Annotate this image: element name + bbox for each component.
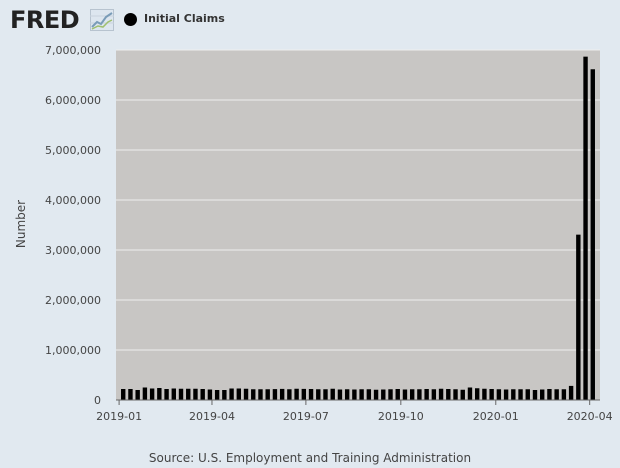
bar bbox=[417, 389, 422, 400]
bar bbox=[359, 389, 364, 400]
bar bbox=[308, 389, 314, 400]
bar bbox=[409, 389, 415, 400]
bar bbox=[207, 389, 213, 400]
y-tick-label: 4,000,000 bbox=[45, 194, 101, 207]
bar bbox=[200, 389, 205, 400]
bar bbox=[431, 389, 437, 400]
x-tick-label: 2019-07 bbox=[283, 410, 329, 423]
bar bbox=[373, 389, 379, 400]
bar bbox=[186, 388, 191, 400]
bar bbox=[590, 69, 595, 400]
bar bbox=[337, 389, 343, 400]
bar bbox=[547, 389, 552, 400]
bar bbox=[460, 389, 465, 400]
bar bbox=[511, 389, 516, 400]
y-axis: 0 1,000,000 2,000,000 3,000,000 4,000,000 5,0… bbox=[45, 44, 101, 407]
bar bbox=[453, 389, 458, 400]
bar bbox=[121, 389, 126, 400]
bar bbox=[352, 389, 357, 400]
x-tick-label: 2019-04 bbox=[189, 410, 235, 423]
y-tick-label: 2,000,000 bbox=[45, 294, 101, 307]
bar bbox=[540, 389, 545, 400]
bar bbox=[229, 388, 234, 400]
y-tick-label: 3,000,000 bbox=[45, 244, 101, 257]
bar bbox=[402, 389, 408, 400]
bar bbox=[438, 388, 444, 400]
bar bbox=[316, 389, 321, 400]
bar bbox=[222, 390, 227, 400]
bar bbox=[482, 388, 487, 400]
bar bbox=[583, 56, 588, 401]
x-axis: 2019-01 2019-04 2019-07 2019-10 2020-01 2020-… bbox=[96, 399, 613, 423]
bar bbox=[128, 389, 133, 400]
x-tick-label: 2020-01 bbox=[473, 410, 519, 423]
bar bbox=[214, 390, 220, 400]
bar bbox=[294, 388, 299, 400]
bar bbox=[503, 389, 509, 400]
bar bbox=[474, 388, 480, 400]
bar bbox=[157, 388, 162, 400]
source-note: Source: U.S. Employment and Training Adm… bbox=[148, 451, 472, 465]
bar bbox=[142, 387, 148, 400]
bar bbox=[135, 390, 140, 400]
bar bbox=[395, 389, 400, 400]
bar bbox=[467, 387, 473, 400]
y-tick-label: 7,000,000 bbox=[45, 44, 101, 57]
x-tick-label: 2020-04 bbox=[567, 410, 613, 423]
bar bbox=[568, 385, 574, 400]
bar bbox=[554, 389, 559, 400]
bar bbox=[236, 388, 242, 400]
plot-area bbox=[116, 50, 600, 400]
x-tick-label: 2019-01 bbox=[96, 410, 142, 423]
bar bbox=[424, 389, 429, 400]
bar bbox=[496, 389, 502, 400]
bar bbox=[518, 389, 523, 400]
bar bbox=[171, 388, 176, 400]
bar bbox=[366, 389, 372, 400]
bar bbox=[381, 389, 386, 400]
y-tick-label: 0 bbox=[94, 394, 101, 407]
bar bbox=[251, 389, 256, 400]
bar bbox=[164, 389, 169, 400]
bar bbox=[532, 390, 538, 400]
y-tick-label: 5,000,000 bbox=[45, 144, 101, 157]
bar bbox=[525, 389, 530, 400]
bar bbox=[330, 388, 335, 400]
bar bbox=[344, 389, 350, 400]
bar bbox=[178, 388, 184, 400]
bar bbox=[446, 389, 451, 400]
bar bbox=[149, 388, 155, 400]
bar bbox=[193, 388, 198, 400]
bar bbox=[287, 389, 292, 400]
bar bbox=[301, 388, 307, 400]
bar bbox=[258, 389, 263, 400]
bar bbox=[489, 389, 494, 400]
x-tick-label: 2019-10 bbox=[378, 410, 424, 423]
bar bbox=[561, 389, 567, 400]
bar bbox=[388, 389, 393, 400]
bar bbox=[272, 389, 278, 400]
bar bbox=[265, 389, 270, 400]
y-tick-label: 1,000,000 bbox=[45, 344, 101, 357]
y-tick-label: 6,000,000 bbox=[45, 94, 101, 107]
bar bbox=[576, 234, 581, 400]
chart: 0 1,000,000 2,000,000 3,000,000 4,000,000 5,0… bbox=[45, 44, 613, 423]
bar bbox=[243, 388, 249, 400]
bar bbox=[323, 389, 328, 400]
bar bbox=[279, 388, 285, 400]
